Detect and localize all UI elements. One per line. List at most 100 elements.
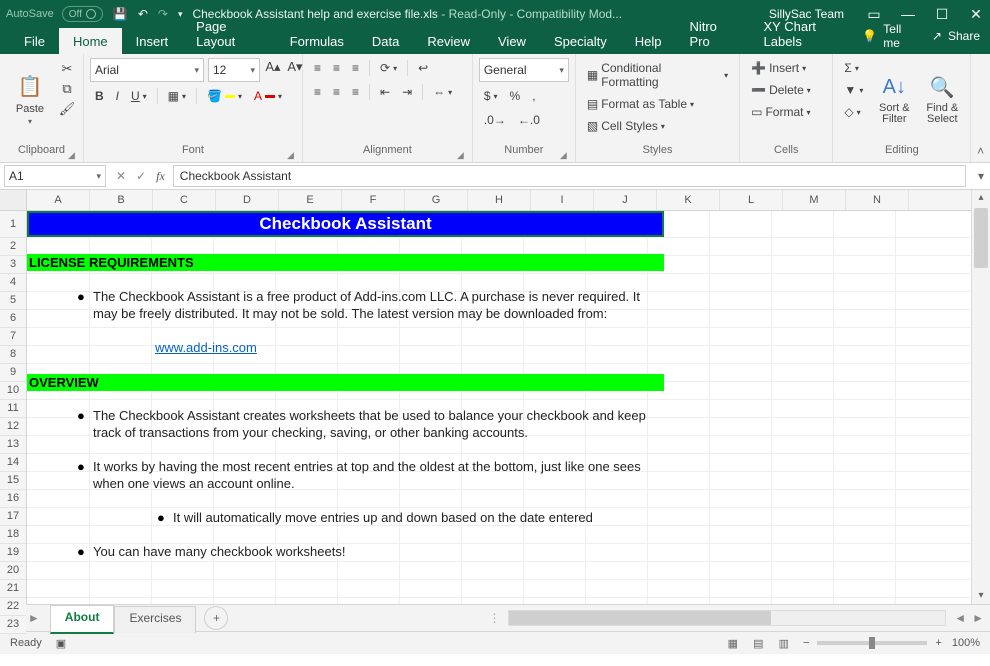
- sheet-tab-about[interactable]: About: [50, 605, 115, 634]
- scroll-up-icon[interactable]: ▴: [972, 190, 990, 206]
- font-name-select[interactable]: Arial▾: [90, 58, 204, 82]
- cancel-formula-icon[interactable]: ✕: [116, 169, 126, 183]
- merge-center-icon[interactable]: ⇔▾: [428, 82, 457, 102]
- align-right-icon[interactable]: ≡: [347, 82, 364, 102]
- undo-icon[interactable]: ↶: [138, 7, 148, 21]
- row-header[interactable]: 11: [0, 400, 26, 418]
- autosum-button[interactable]: Σ▾: [839, 58, 868, 78]
- decrease-indent-icon[interactable]: ⇤: [375, 82, 395, 102]
- font-size-select[interactable]: 12▾: [208, 58, 260, 82]
- redo-icon[interactable]: ↷: [158, 7, 168, 21]
- row-header[interactable]: 16: [0, 490, 26, 508]
- page-layout-view-icon[interactable]: ▤: [747, 638, 769, 650]
- wrap-text-icon[interactable]: ↩: [413, 58, 433, 78]
- next-sheet-icon[interactable]: ►: [28, 611, 40, 625]
- expand-formula-bar-icon[interactable]: ▾: [972, 169, 990, 183]
- column-header[interactable]: A: [27, 190, 90, 210]
- orientation-icon[interactable]: ⟳▾: [375, 58, 402, 78]
- row-header[interactable]: 12: [0, 418, 26, 436]
- horizontal-scrollbar[interactable]: [508, 610, 946, 626]
- cells-grid[interactable]: Checkbook Assistant LICENSE REQUIREMENTS…: [27, 211, 971, 604]
- row-header[interactable]: 10: [0, 382, 26, 400]
- row-header[interactable]: 2: [0, 238, 26, 256]
- row-header[interactable]: 14: [0, 454, 26, 472]
- tell-me-icon[interactable]: 💡: [862, 29, 877, 43]
- column-header[interactable]: F: [342, 190, 405, 210]
- row-header[interactable]: 6: [0, 310, 26, 328]
- align-bottom-icon[interactable]: ≡: [347, 58, 364, 78]
- decrease-decimal-icon[interactable]: ←.0: [513, 110, 545, 130]
- row-header[interactable]: 18: [0, 526, 26, 544]
- align-top-icon[interactable]: ≡: [309, 58, 326, 78]
- font-color-button[interactable]: A▾: [249, 86, 287, 106]
- tell-me[interactable]: Tell me: [883, 22, 911, 50]
- zoom-slider[interactable]: [817, 641, 927, 645]
- share-button[interactable]: Share: [948, 29, 980, 43]
- sort-filter-button[interactable]: A↓ Sort & Filter: [872, 58, 916, 138]
- tab-view[interactable]: View: [484, 28, 540, 54]
- tab-formulas[interactable]: Formulas: [276, 28, 358, 54]
- increase-indent-icon[interactable]: ⇥: [397, 82, 417, 102]
- column-header[interactable]: J: [594, 190, 657, 210]
- name-box[interactable]: A1▾: [4, 165, 106, 187]
- copy-icon[interactable]: ⧉: [58, 80, 76, 98]
- tab-page-layout[interactable]: Page Layout: [182, 13, 276, 54]
- column-header[interactable]: I: [531, 190, 594, 210]
- cut-icon[interactable]: ✂: [58, 60, 76, 78]
- macro-record-icon[interactable]: ▣: [56, 637, 66, 650]
- tab-nitro[interactable]: Nitro Pro: [675, 13, 749, 54]
- row-header[interactable]: 15: [0, 472, 26, 490]
- maximize-icon[interactable]: ☐: [934, 6, 950, 23]
- tab-insert[interactable]: Insert: [122, 28, 183, 54]
- paste-button[interactable]: 📋 Paste ▾: [6, 58, 54, 138]
- page-break-view-icon[interactable]: ▥: [773, 638, 795, 650]
- row-header[interactable]: 4: [0, 274, 26, 292]
- column-header[interactable]: M: [783, 190, 846, 210]
- license-header[interactable]: LICENSE REQUIREMENTS: [27, 254, 664, 271]
- increase-decimal-icon[interactable]: .0→: [479, 110, 511, 130]
- column-header[interactable]: N: [846, 190, 909, 210]
- cell-styles-button[interactable]: ▧Cell Styles▾: [582, 116, 670, 136]
- scroll-left-icon[interactable]: ◄: [954, 611, 966, 625]
- new-sheet-button[interactable]: +: [204, 606, 228, 630]
- share-icon[interactable]: ↗: [932, 29, 942, 43]
- autosave-toggle[interactable]: Off: [62, 6, 103, 22]
- format-painter-icon[interactable]: 🖌: [58, 100, 76, 118]
- qat-customize-icon[interactable]: ▾: [178, 9, 183, 20]
- align-left-icon[interactable]: ≡: [309, 82, 326, 102]
- row-header[interactable]: 22: [0, 598, 26, 616]
- scroll-down-icon[interactable]: ▾: [972, 588, 990, 604]
- zoom-in-icon[interactable]: +: [935, 637, 941, 649]
- find-select-button[interactable]: 🔍 Find & Select: [920, 58, 964, 138]
- save-icon[interactable]: 💾: [113, 7, 128, 21]
- row-header[interactable]: 8: [0, 346, 26, 364]
- fill-button[interactable]: ▼▾: [839, 80, 868, 100]
- scroll-thumb[interactable]: [974, 208, 988, 268]
- bold-button[interactable]: B: [90, 86, 109, 106]
- zoom-level[interactable]: 100%: [952, 637, 980, 649]
- align-center-icon[interactable]: ≡: [328, 82, 345, 102]
- format-cells-button[interactable]: ▭Format▾: [746, 102, 815, 122]
- delete-cells-button[interactable]: ➖Delete▾: [746, 80, 816, 100]
- underline-button[interactable]: U▾: [126, 86, 152, 106]
- row-header[interactable]: 9: [0, 364, 26, 382]
- column-header[interactable]: L: [720, 190, 783, 210]
- percent-format-icon[interactable]: %: [505, 86, 526, 106]
- tab-xychart[interactable]: XY Chart Labels: [750, 13, 863, 54]
- row-header[interactable]: 21: [0, 580, 26, 598]
- sheet-tab-exercises[interactable]: Exercises: [114, 606, 196, 633]
- column-header[interactable]: D: [216, 190, 279, 210]
- row-header[interactable]: 5: [0, 292, 26, 310]
- fx-icon[interactable]: fx: [156, 169, 165, 184]
- column-header[interactable]: C: [153, 190, 216, 210]
- comma-format-icon[interactable]: ,: [527, 86, 540, 106]
- formula-input[interactable]: Checkbook Assistant: [173, 165, 966, 187]
- doc-title-cell[interactable]: Checkbook Assistant: [27, 211, 664, 237]
- column-header[interactable]: H: [468, 190, 531, 210]
- row-header[interactable]: 19: [0, 544, 26, 562]
- row-header[interactable]: 23: [0, 616, 26, 634]
- tab-file[interactable]: File: [10, 28, 59, 54]
- collapse-ribbon-icon[interactable]: ˄: [977, 144, 984, 158]
- normal-view-icon[interactable]: ▦: [722, 638, 744, 650]
- number-format-select[interactable]: General▾: [479, 58, 569, 82]
